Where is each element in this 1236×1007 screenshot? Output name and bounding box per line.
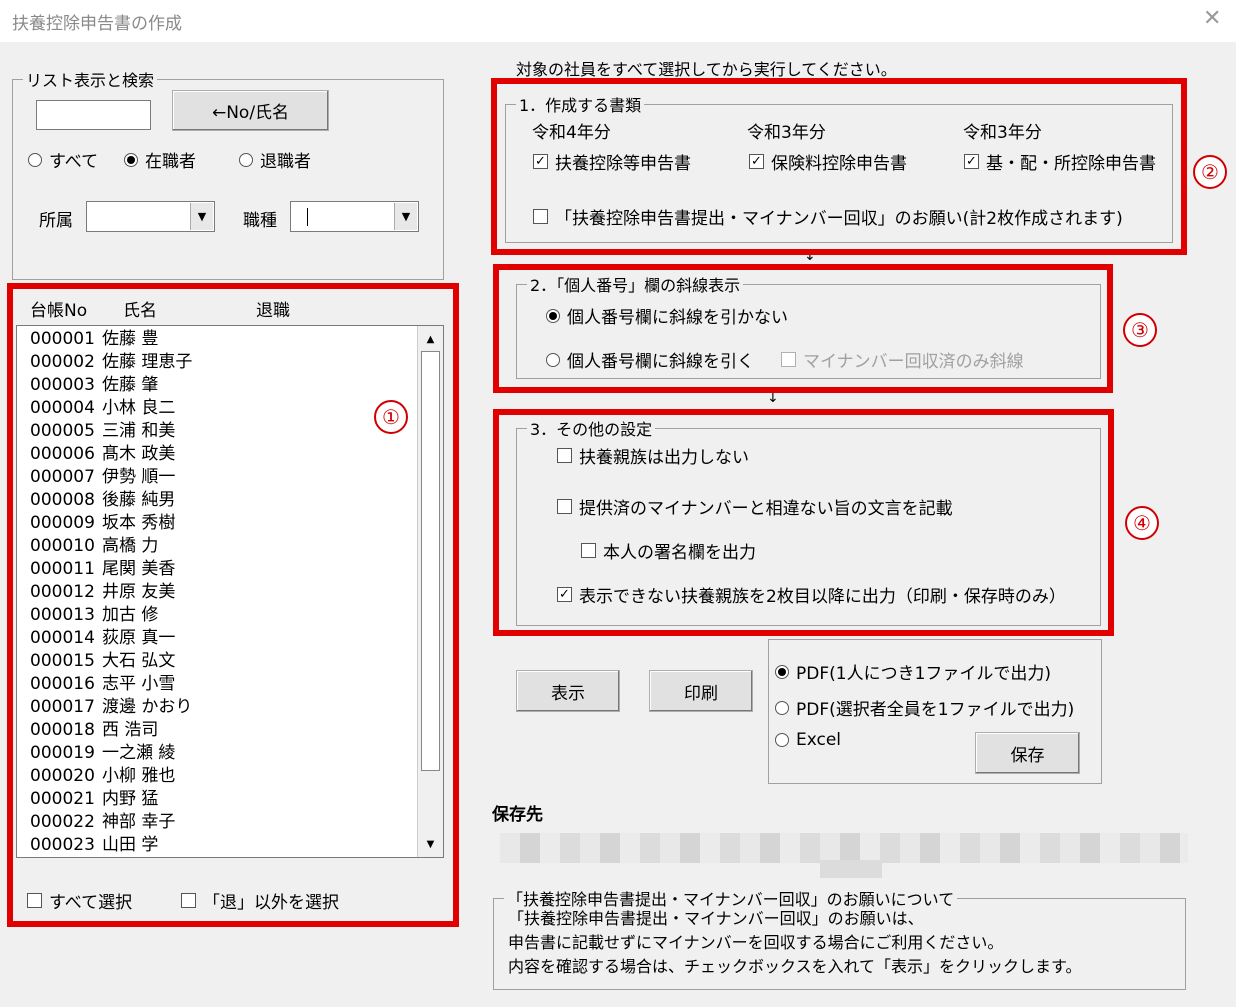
note-text: 「扶養控除申告書提出・マイナンバー回収」のお願いは、 申告書に記載せずにマイナン… xyxy=(508,907,1081,979)
pdf-per-person-radio[interactable]: PDF(1人につき1ファイルで出力) xyxy=(775,659,1051,684)
text-cursor xyxy=(307,208,308,226)
radio-icon xyxy=(239,152,253,167)
affiliation-label: 所属 xyxy=(39,211,73,231)
sort-no-name-button[interactable]: ←No/氏名 xyxy=(172,90,329,131)
job-select[interactable]: ▼ xyxy=(290,201,419,232)
radio-selected-icon xyxy=(124,152,138,167)
annotation-number-4: ④ xyxy=(1125,506,1159,540)
filter-retired-radio[interactable]: 退職者 xyxy=(239,147,311,172)
radio-icon xyxy=(775,733,789,747)
highlight-box-4 xyxy=(493,409,1114,636)
pdf-all-in-one-radio[interactable]: PDF(選択者全員を1ファイルで出力) xyxy=(775,695,1074,720)
title-bar xyxy=(0,0,1236,42)
close-icon[interactable]: ✕ xyxy=(1203,6,1221,31)
filter-employed-radio[interactable]: 在職者 xyxy=(124,147,196,172)
chevron-down-icon[interactable]: ▼ xyxy=(394,203,417,230)
highlight-box-1 xyxy=(7,283,459,927)
filter-all-radio[interactable]: すべて xyxy=(28,147,98,172)
save-destination-path xyxy=(500,833,1188,863)
job-label: 職種 xyxy=(243,211,277,231)
window-title: 扶養控除申告書の作成 xyxy=(12,14,182,34)
print-button[interactable]: 印刷 xyxy=(649,670,753,712)
radio-icon xyxy=(775,700,789,715)
excel-radio[interactable]: Excel xyxy=(775,730,841,750)
search-group-legend: リスト表示と検索 xyxy=(26,71,155,90)
radio-icon xyxy=(28,152,42,167)
radio-selected-icon xyxy=(775,664,789,679)
search-input[interactable] xyxy=(36,100,151,130)
note-line: 申告書に記載せずにマイナンバーを回収する場合にご利用ください。 xyxy=(508,933,1004,952)
display-button[interactable]: 表示 xyxy=(516,670,620,712)
note-line: 「扶養控除申告書提出・マイナンバー回収」のお願いは、 xyxy=(508,909,924,928)
highlight-box-3 xyxy=(493,264,1113,393)
instruction-text: 対象の社員をすべて選択してから実行してください。 xyxy=(516,60,897,79)
chevron-down-icon[interactable]: ▼ xyxy=(190,203,213,230)
save-button[interactable]: 保存 xyxy=(975,732,1080,774)
annotation-number-1: ① xyxy=(374,400,408,434)
save-destination-label: 保存先 xyxy=(492,805,543,825)
annotation-number-3: ③ xyxy=(1123,313,1157,347)
annotation-number-2: ② xyxy=(1193,155,1227,189)
highlight-box-2 xyxy=(491,78,1187,255)
note-line: 内容を確認する場合は、チェックボックスを入れて「表示」をクリックします。 xyxy=(508,957,1082,976)
affiliation-select[interactable]: ▼ xyxy=(86,201,215,232)
save-destination-path-fragment xyxy=(820,860,882,878)
